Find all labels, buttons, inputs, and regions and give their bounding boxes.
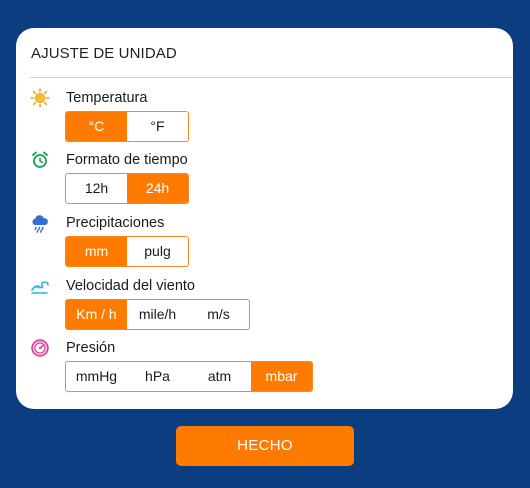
wind-speed-selector: Km / h mile/h m/s [65,299,250,330]
wind-speed-label: Velocidad del viento [66,278,195,294]
option-ms[interactable]: m/s [188,300,249,329]
option-mmhg[interactable]: mmHg [66,362,127,391]
pressure-selector: mmHg hPa atm mbar [65,361,313,392]
option-24h[interactable]: 24h [127,174,188,203]
time-format-selector: 12h 24h [65,173,189,204]
option-fahrenheit[interactable]: °F [127,112,188,141]
option-mbar[interactable]: mbar [251,362,312,391]
option-12h[interactable]: 12h [66,174,127,203]
precipitation-selector: mm pulg [65,236,189,267]
option-mm[interactable]: mm [66,237,127,266]
option-mileh[interactable]: mile/h [127,300,188,329]
alarm-clock-icon [30,150,50,170]
temperature-label: Temperatura [66,90,148,106]
pressure-label: Presión [66,340,116,356]
done-button[interactable]: HECHO [176,426,354,466]
option-pulg[interactable]: pulg [127,237,188,266]
unit-settings-dialog: AJUSTE DE UNIDAD Temperatura °C °F Forma… [16,28,513,409]
option-atm[interactable]: atm [188,362,251,391]
option-hpa[interactable]: hPa [127,362,188,391]
pressure-gauge-icon [30,338,50,358]
precipitation-label: Precipitaciones [66,215,165,231]
wind-icon [30,276,50,296]
sun-icon [30,88,50,108]
temperature-selector: °C °F [65,111,189,142]
title-divider [30,77,513,78]
time-format-label: Formato de tiempo [66,152,188,168]
option-celsius[interactable]: °C [66,112,127,141]
dialog-title: AJUSTE DE UNIDAD [31,45,177,62]
option-kmh[interactable]: Km / h [66,300,127,329]
rain-cloud-icon [30,213,50,233]
